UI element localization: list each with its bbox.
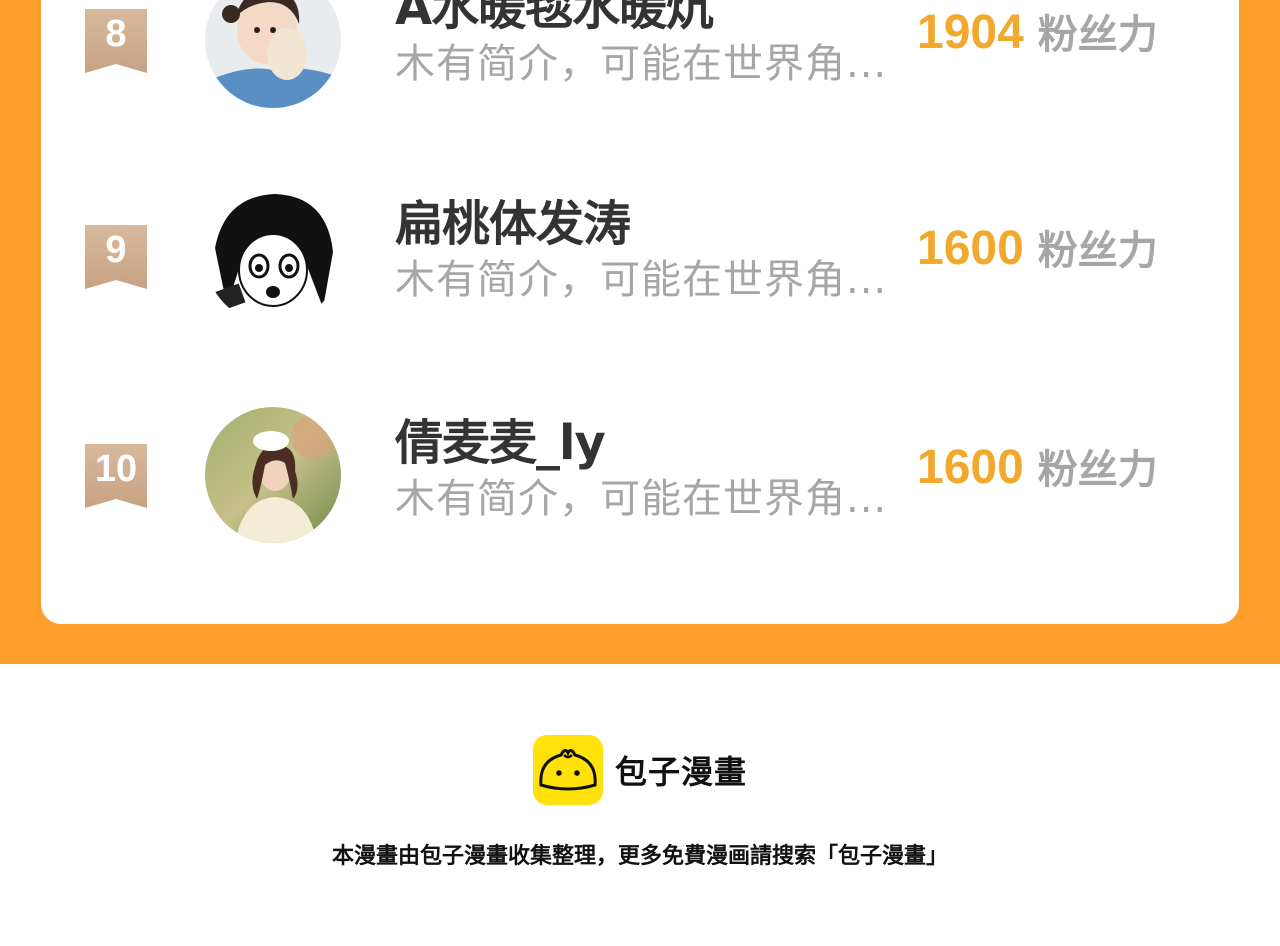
- user-bio: 木有简介，可能在世界角...: [395, 257, 888, 303]
- rank-number: 9: [105, 229, 127, 271]
- fans-power: 1904 粉丝力: [917, 2, 1158, 62]
- fans-power: 1600 粉丝力: [917, 437, 1158, 497]
- avatar[interactable]: [205, 407, 341, 543]
- ranking-row[interactable]: 8 A水暖毯水暖炕 木有简介，可能在世界角... 1904 粉丝力: [41, 0, 1239, 120]
- avatar[interactable]: [205, 0, 341, 108]
- fans-count: 1600: [917, 441, 1024, 494]
- user-name[interactable]: 扁桃体发涛: [395, 194, 895, 254]
- fans-unit: 粉丝力: [1037, 447, 1158, 493]
- ranking-row[interactable]: 9 扁桃体发涛 木有简介，可能在世界角... 1600 粉丝力: [41, 176, 1239, 336]
- rank-ribbon-icon: 10: [85, 444, 147, 508]
- rank-ribbon-icon: 8: [85, 9, 147, 73]
- fans-unit: 粉丝力: [1037, 12, 1158, 58]
- user-bio: 木有简介，可能在世界角...: [395, 41, 888, 87]
- footer-logo[interactable]: 包子漫畫: [533, 735, 747, 805]
- avatar[interactable]: [205, 188, 341, 324]
- ranking-card: 8 A水暖毯水暖炕 木有简介，可能在世界角... 1904 粉丝力 9 扁桃体发…: [41, 0, 1239, 624]
- fans-unit: 粉丝力: [1037, 228, 1158, 274]
- fans-power: 1600 粉丝力: [917, 218, 1158, 278]
- fans-count: 1904: [917, 6, 1024, 59]
- user-name[interactable]: A水暖毯水暖炕: [395, 0, 895, 38]
- user-bio: 木有简介，可能在世界角...: [395, 476, 888, 522]
- brand-name: 包子漫畫: [615, 753, 748, 791]
- fans-count: 1600: [917, 222, 1024, 275]
- ranking-panel: 8 A水暖毯水暖炕 木有简介，可能在世界角... 1904 粉丝力 9 扁桃体发…: [0, 0, 1280, 664]
- rank-number: 8: [105, 13, 127, 55]
- rank-number: 10: [94, 448, 138, 490]
- user-name[interactable]: 倩麦麦_ly: [395, 413, 895, 473]
- ranking-row[interactable]: 10 倩麦麦_ly 木有简介，可能在世界角... 1600 粉丝力: [41, 395, 1239, 555]
- bun-logo-icon: [533, 735, 603, 805]
- footer-note: 本漫畫由包子漫畫收集整理，更多免費漫画請搜索「包子漫畫」: [331, 844, 948, 869]
- rank-ribbon-icon: 9: [85, 225, 147, 289]
